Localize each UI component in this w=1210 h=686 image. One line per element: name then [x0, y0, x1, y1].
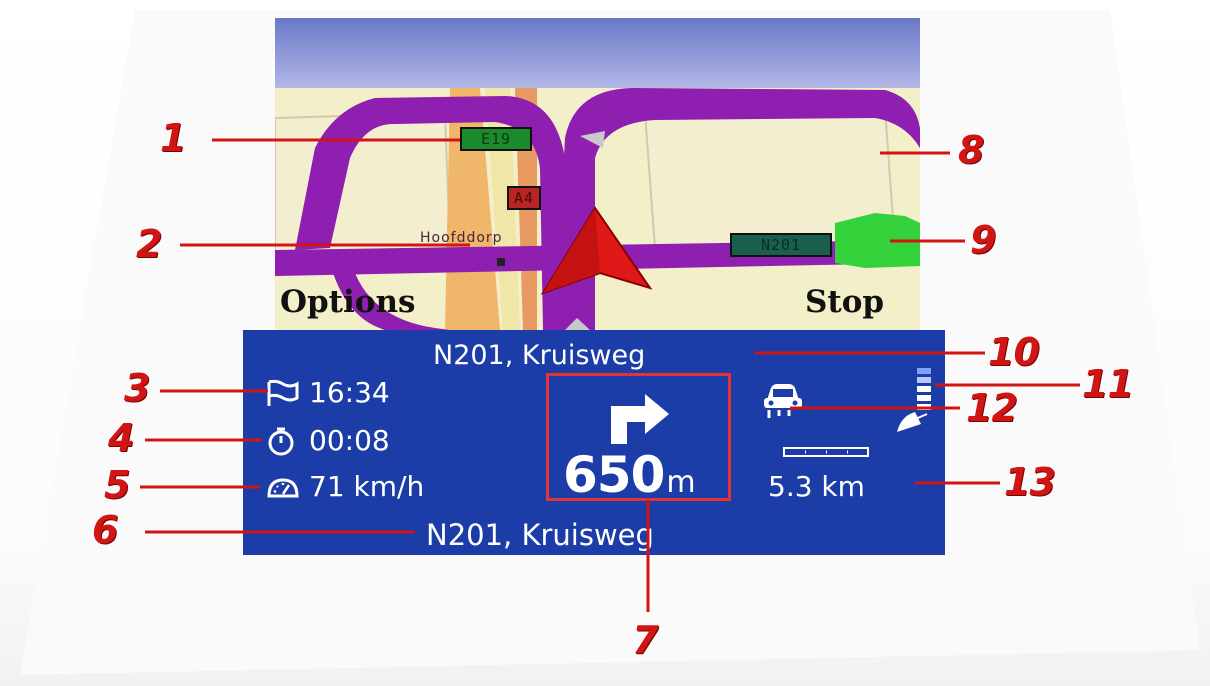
callout-8: 8 — [958, 128, 984, 172]
callout-4: 4 — [108, 416, 134, 460]
callout-10: 10 — [988, 330, 1040, 374]
callout-7: 7 — [632, 618, 658, 662]
callout-3: 3 — [124, 366, 150, 410]
callout-12: 12 — [966, 386, 1018, 430]
callout-1: 1 — [160, 116, 186, 160]
callout-11: 11 — [1082, 362, 1134, 406]
callout-9: 9 — [970, 218, 996, 262]
callout-5: 5 — [104, 463, 130, 507]
callout-6: 6 — [92, 508, 118, 552]
callout-13: 13 — [1004, 460, 1056, 504]
callout-2: 2 — [136, 222, 162, 266]
